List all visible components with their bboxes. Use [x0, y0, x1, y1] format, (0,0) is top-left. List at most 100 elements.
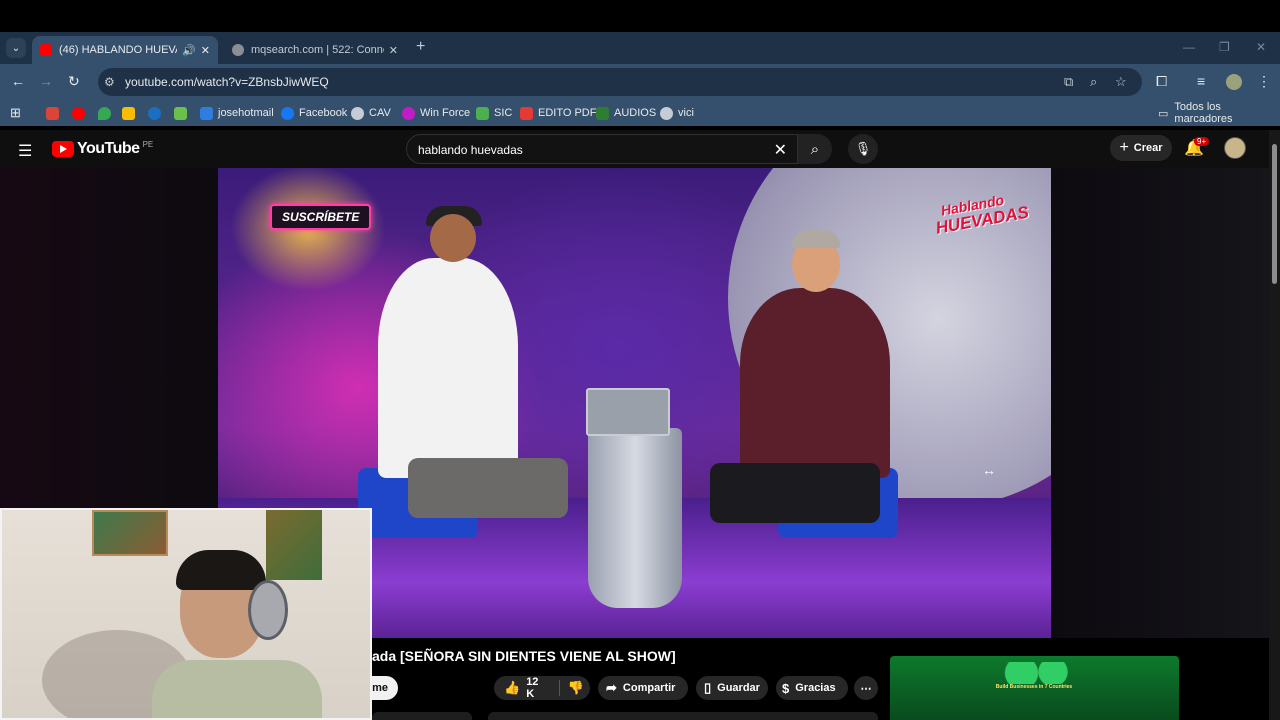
account-avatar[interactable] [1224, 137, 1246, 159]
search-button[interactable]: ⌕ [798, 134, 832, 164]
forward-icon[interactable]: → [39, 73, 53, 89]
hair [792, 230, 840, 248]
bookmark-label: AUDIOS [614, 107, 657, 119]
world-map-icon [1004, 662, 1074, 684]
bookmark-star-icon[interactable]: ☆ [1115, 74, 1127, 90]
tab-title: mqsearch.com | 522: Connectio [251, 44, 384, 56]
bookmarks-bar: ⊞ josehotmail Facebook CAV Win Force SIC… [0, 100, 1280, 126]
outlook-icon [200, 106, 213, 120]
close-window-icon[interactable]: ✕ [1256, 40, 1266, 54]
save-button[interactable]: ▯ Guardar [696, 676, 768, 700]
bookmark-cav[interactable]: CAV [351, 104, 391, 122]
more-actions-button[interactable]: ⋯ [854, 676, 878, 700]
bookmark-vici[interactable]: vici [660, 104, 694, 122]
stage-table [588, 428, 682, 608]
head [430, 214, 476, 262]
search-input[interactable]: hablando huevadas ✕ [406, 134, 798, 164]
host-left [378, 206, 568, 518]
clear-search-icon[interactable]: ✕ [774, 140, 787, 160]
bookmark-label: josehotmail [218, 107, 274, 119]
close-tab-icon[interactable]: ✕ [389, 44, 398, 57]
bookmark-maps[interactable] [98, 104, 116, 122]
page-scrollbar[interactable] [1269, 130, 1280, 720]
bookmark-icon: ▯ [704, 680, 712, 695]
bookmark-label: Win Force [420, 107, 471, 119]
like-dislike-group[interactable]: 👍 12 K 👎 [494, 676, 590, 700]
create-button[interactable]: + Crear [1110, 135, 1172, 161]
search-query[interactable]: hablando huevadas [418, 143, 523, 157]
streamer [152, 550, 322, 718]
scrollbar-thumb[interactable] [1272, 144, 1277, 284]
bookmark-check[interactable] [174, 104, 192, 122]
restore-icon[interactable]: ❐ [1219, 40, 1230, 54]
voice-search-button[interactable]: 🎙 [848, 134, 878, 164]
bookmark-label: Facebook [299, 107, 348, 119]
like-count: 12 K [526, 676, 539, 700]
laptop [586, 388, 670, 436]
ad-banner[interactable]: Build Businesses in 7 Countries [890, 656, 1179, 720]
tab-title: (46) HABLANDO HUEVADAS [59, 44, 177, 56]
webcam-overlay [0, 508, 372, 720]
share-button[interactable]: ➦ Compartir [598, 676, 688, 700]
hamburger-menu-icon[interactable]: ☰ [18, 141, 32, 161]
speaker-icon[interactable]: 🔊 [182, 44, 196, 57]
bookmark-sic[interactable]: SIC [476, 104, 512, 122]
bookmark-gmail[interactable] [46, 104, 64, 122]
browser-toolbar: ← → ↻ ⚙ youtube.com/watch?v=ZBnsbJiwWEQ … [0, 64, 1280, 100]
pdf-icon [520, 106, 533, 120]
microphone-icon: 🎙 [854, 141, 872, 156]
extensions-icon[interactable]: ⧠ [1156, 73, 1167, 90]
url-text[interactable]: youtube.com/watch?v=ZBnsbJiwWEQ [125, 75, 329, 89]
thumbs-up-icon[interactable]: 👍 [504, 680, 520, 696]
bookmark-youtube[interactable] [72, 104, 90, 122]
minimize-icon[interactable]: — [1183, 40, 1195, 54]
tab-strip: ⌄ (46) HABLANDO HUEVADAS 🔊 ✕ mqsearch.co… [0, 32, 1280, 64]
bookmark-blue[interactable] [148, 104, 166, 122]
youtube-icon [72, 106, 85, 120]
browser-profile-avatar[interactable] [1226, 74, 1242, 90]
bookmark-label: vici [678, 107, 694, 119]
install-app-icon[interactable]: ⧉ [1064, 74, 1073, 90]
address-bar[interactable]: ⚙ youtube.com/watch?v=ZBnsbJiwWEQ ⧉ ⌕ ☆ [98, 68, 1142, 96]
back-icon[interactable]: ← [11, 73, 25, 89]
bookmark-drive[interactable] [122, 104, 140, 122]
all-bookmarks[interactable]: ▭ Todos los marcadores [1158, 101, 1280, 125]
tab-search-button[interactable]: ⌄ [6, 38, 26, 58]
drive-icon [122, 106, 135, 120]
site-info-icon[interactable]: ⚙ [104, 75, 115, 89]
media-control-icon[interactable]: ≡ [1197, 73, 1205, 89]
legs [408, 458, 568, 518]
zoom-icon[interactable]: ⌕ [1090, 74, 1097, 90]
top-black-bar [0, 0, 1280, 32]
thanks-button[interactable]: $ Gracias [776, 676, 848, 700]
bookmark-facebook[interactable]: Facebook [281, 104, 347, 122]
new-tab-button[interactable]: + [416, 38, 425, 56]
subscribe-overlay: SUSCRÍBETE [270, 204, 372, 230]
tab-youtube[interactable]: (46) HABLANDO HUEVADAS 🔊 ✕ [32, 36, 218, 64]
close-tab-icon[interactable]: ✕ [201, 44, 210, 57]
host-right [710, 230, 890, 523]
ad-text: Build Businesses in 7 Countries [995, 684, 1073, 690]
description-box[interactable] [488, 712, 878, 720]
bookmark-label: SIC [494, 107, 513, 119]
youtube-logo[interactable]: YouTube PE [52, 140, 153, 158]
gmail-icon [46, 106, 59, 120]
resize-cursor-icon: ↔ [982, 462, 996, 478]
plus-icon: + [1119, 139, 1129, 156]
share-arrow-icon: ➦ [606, 680, 617, 695]
bookmark-edito-pdf[interactable]: EDITO PDF [520, 104, 596, 122]
bookmark-audios[interactable]: AUDIOS [596, 104, 656, 122]
menu-kebab-icon[interactable]: ⋮ [1257, 73, 1271, 90]
subscribe-label: me [372, 682, 388, 694]
bookmark-win-force[interactable]: Win Force [402, 104, 470, 122]
thumbs-down-icon[interactable]: 👎 [568, 680, 584, 696]
bookmark-label: CAV [369, 107, 391, 119]
tab-mqsearch[interactable]: mqsearch.com | 522: Connectio ✕ [224, 36, 406, 64]
bookmark-josehotmail[interactable]: josehotmail [200, 104, 274, 122]
youtube-wordmark: YouTube [77, 140, 140, 157]
bookmark-label: EDITO PDF [538, 107, 597, 119]
reload-icon[interactable]: ↻ [68, 73, 80, 90]
apps-grid-icon[interactable]: ⊞ [10, 104, 21, 122]
legs [710, 463, 880, 523]
folder-icon: ▭ [1158, 107, 1169, 120]
